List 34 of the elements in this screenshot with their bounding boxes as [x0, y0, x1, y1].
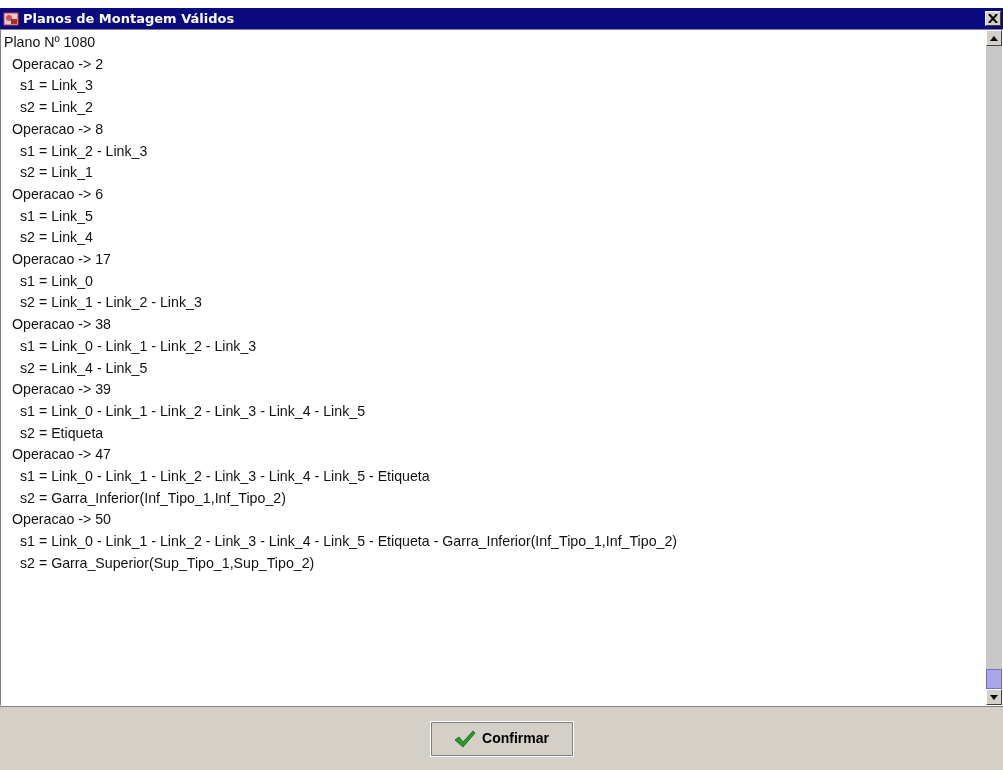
text-line: s2 = Link_1 - Link_2 - Link_3 — [20, 294, 202, 311]
text-line: Operacao -> 8 — [12, 120, 104, 137]
close-button[interactable] — [985, 11, 1001, 26]
text-line: Operacao -> 2 — [12, 55, 104, 72]
app-icon — [3, 10, 19, 27]
text-line: Operacao -> 17 — [12, 251, 111, 268]
text-line: Operacao -> 47 — [12, 446, 111, 463]
text-line: s1 = Link_0 - Link_1 - Link_2 - Link_3 — [20, 337, 257, 354]
scroll-up-icon[interactable] — [986, 30, 1002, 46]
text-line: s2 = Link_4 - Link_5 — [20, 359, 148, 376]
text-line: s1 = Link_5 — [20, 207, 93, 224]
text-line: Operacao -> 6 — [12, 185, 104, 202]
text-line: s1 = Link_3 — [20, 77, 93, 94]
text-line: s2 = Garra_Inferior(Inf_Tipo_1,Inf_Tipo_2) — [20, 489, 286, 506]
text-line: s1 = Link_0 - Link_1 - Link_2 - Link_3 - Link_4 - Link_5 — [20, 402, 366, 419]
scroll-thumb[interactable] — [986, 669, 1002, 689]
window-title: Planos de Montagem Válidos — [23, 9, 235, 28]
scrollbar[interactable] — [986, 30, 1002, 705]
text-line: Operacao -> 39 — [12, 381, 111, 398]
text-line: s2 = Garra_Superior(Sup_Tipo_1,Sup_Tipo_2) — [20, 554, 315, 571]
text-line: s1 = Link_0 - Link_1 - Link_2 - Link_3 - Link_4 - Link_5 - Etiqueta - Garra_Inferior(Inf_Tipo_1,Inf_Tipo_2) — [20, 533, 678, 550]
text-line: s1 = Link_0 — [20, 272, 93, 289]
check-icon — [454, 729, 477, 748]
text-line: s1 = Link_2 - Link_3 — [20, 142, 148, 159]
scroll-down-icon[interactable] — [986, 689, 1002, 705]
text-line: s2 = Link_4 — [20, 229, 93, 246]
text-line: Plano Nº 1080 — [4, 34, 96, 50]
text-line: Operacao -> 38 — [12, 316, 111, 333]
text-line: s2 = Link_2 — [20, 99, 93, 116]
confirm-button[interactable]: Confirmar — [430, 721, 573, 756]
text-line: s2 = Link_1 — [20, 164, 93, 181]
text-line: Operacao -> 50 — [12, 511, 111, 528]
text-line: s2 = Etiqueta — [20, 424, 104, 441]
text-line: s1 = Link_0 - Link_1 - Link_2 - Link_3 - Link_4 - Link_5 - Etiqueta — [20, 468, 430, 485]
